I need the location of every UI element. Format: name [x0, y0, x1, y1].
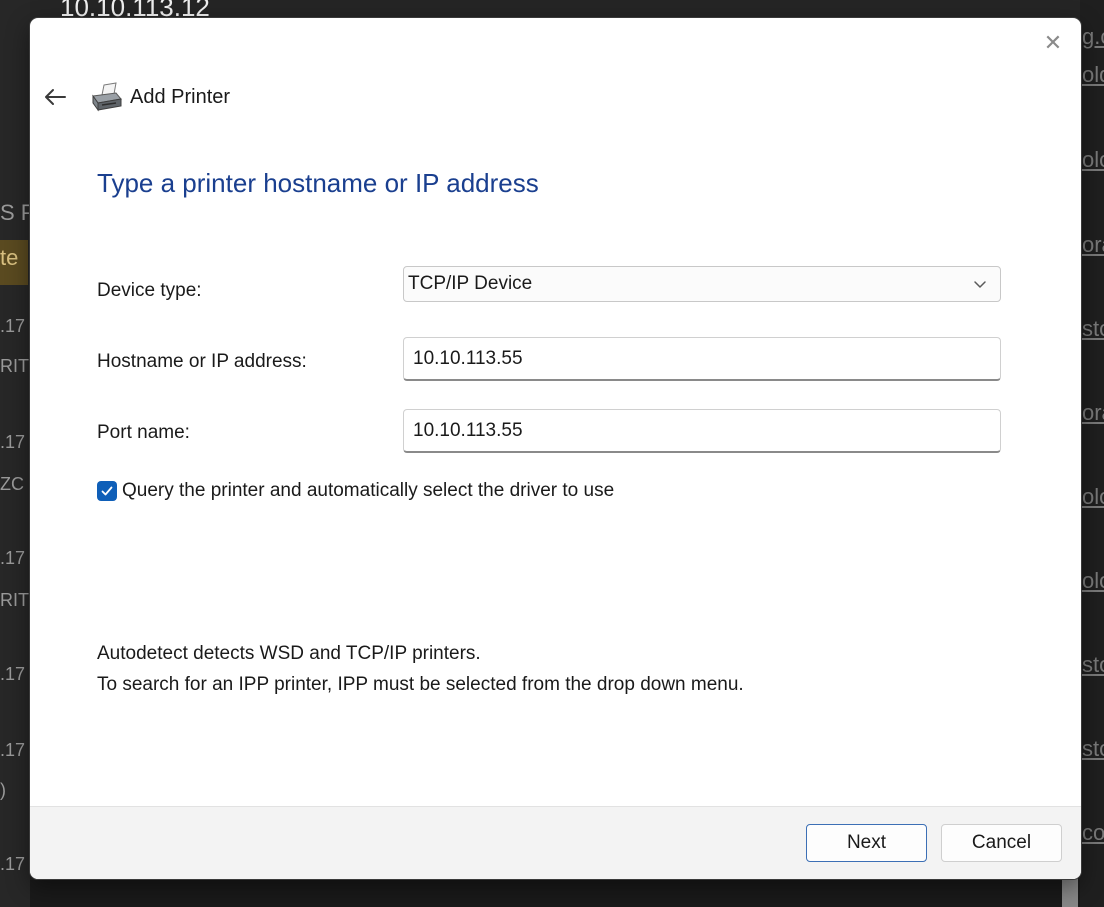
info-text: Autodetect detects WSD and TCP/IP printe… — [97, 638, 777, 700]
background-fragment: ZC — [0, 474, 24, 494]
printer-icon — [92, 82, 122, 112]
info-line-autodetect: Autodetect detects WSD and TCP/IP printe… — [97, 643, 481, 664]
background-link: g.c — [1082, 24, 1104, 49]
background-link: ora — [1082, 232, 1104, 257]
dialog-header-title: Add Printer — [130, 85, 231, 108]
close-icon: ✕ — [1043, 30, 1063, 55]
background-fragment: .17 — [0, 316, 26, 336]
background-link: old — [1082, 62, 1104, 87]
background-link: sto — [1082, 736, 1104, 761]
back-arrow-icon — [45, 89, 66, 105]
background-link: olo — [1082, 568, 1104, 593]
background-fragment: .17 — [0, 854, 26, 874]
background-link: olo — [1082, 484, 1104, 509]
query-printer-checkbox-row[interactable]: Query the printer and automatically sele… — [97, 480, 614, 502]
device-type-value: TCP/IP Device — [408, 273, 533, 294]
background-bottom — [30, 880, 1080, 907]
background-fragment: te — [0, 245, 19, 270]
port-name-input[interactable] — [403, 409, 1001, 453]
background-fragment: .17 — [0, 664, 26, 684]
checkmark-icon — [101, 486, 113, 496]
next-button[interactable]: Next — [806, 824, 927, 862]
close-button[interactable]: ✕ — [1040, 30, 1066, 56]
port-name-label: Port name: — [97, 422, 190, 443]
page-title: Type a printer hostname or IP address — [97, 168, 539, 198]
info-line-ipp: To search for an IPP printer, IPP must b… — [97, 674, 744, 695]
background-left-panel — [0, 0, 30, 907]
background-fragment: .17 — [0, 432, 26, 452]
background-link: olo — [1082, 147, 1104, 172]
background-link: sto — [1082, 316, 1104, 341]
background-fragment: .17 — [0, 740, 26, 760]
cancel-button[interactable]: Cancel — [941, 824, 1062, 862]
add-printer-dialog: ✕ Add Printer Type a printer hostname or… — [30, 18, 1081, 879]
query-printer-checkbox[interactable] — [97, 481, 117, 501]
device-type-label: Device type: — [97, 280, 202, 301]
dialog-header: Add Printer — [90, 82, 230, 112]
dialog-footer: Next Cancel — [30, 806, 1081, 879]
hostname-input[interactable] — [403, 337, 1001, 381]
hostname-label: Hostname or IP address: — [97, 351, 307, 372]
background-link: sto — [1082, 652, 1104, 677]
back-button[interactable] — [40, 82, 70, 112]
background-link: co — [1082, 820, 1104, 845]
background-fragment: ) — [0, 780, 6, 800]
device-type-select[interactable]: TCP/IP Device — [403, 266, 1001, 302]
background-fragment: .17 — [0, 548, 26, 568]
background-link: ora — [1082, 400, 1104, 425]
chevron-down-icon — [974, 281, 986, 288]
query-printer-checkbox-label: Query the printer and automatically sele… — [122, 480, 615, 501]
